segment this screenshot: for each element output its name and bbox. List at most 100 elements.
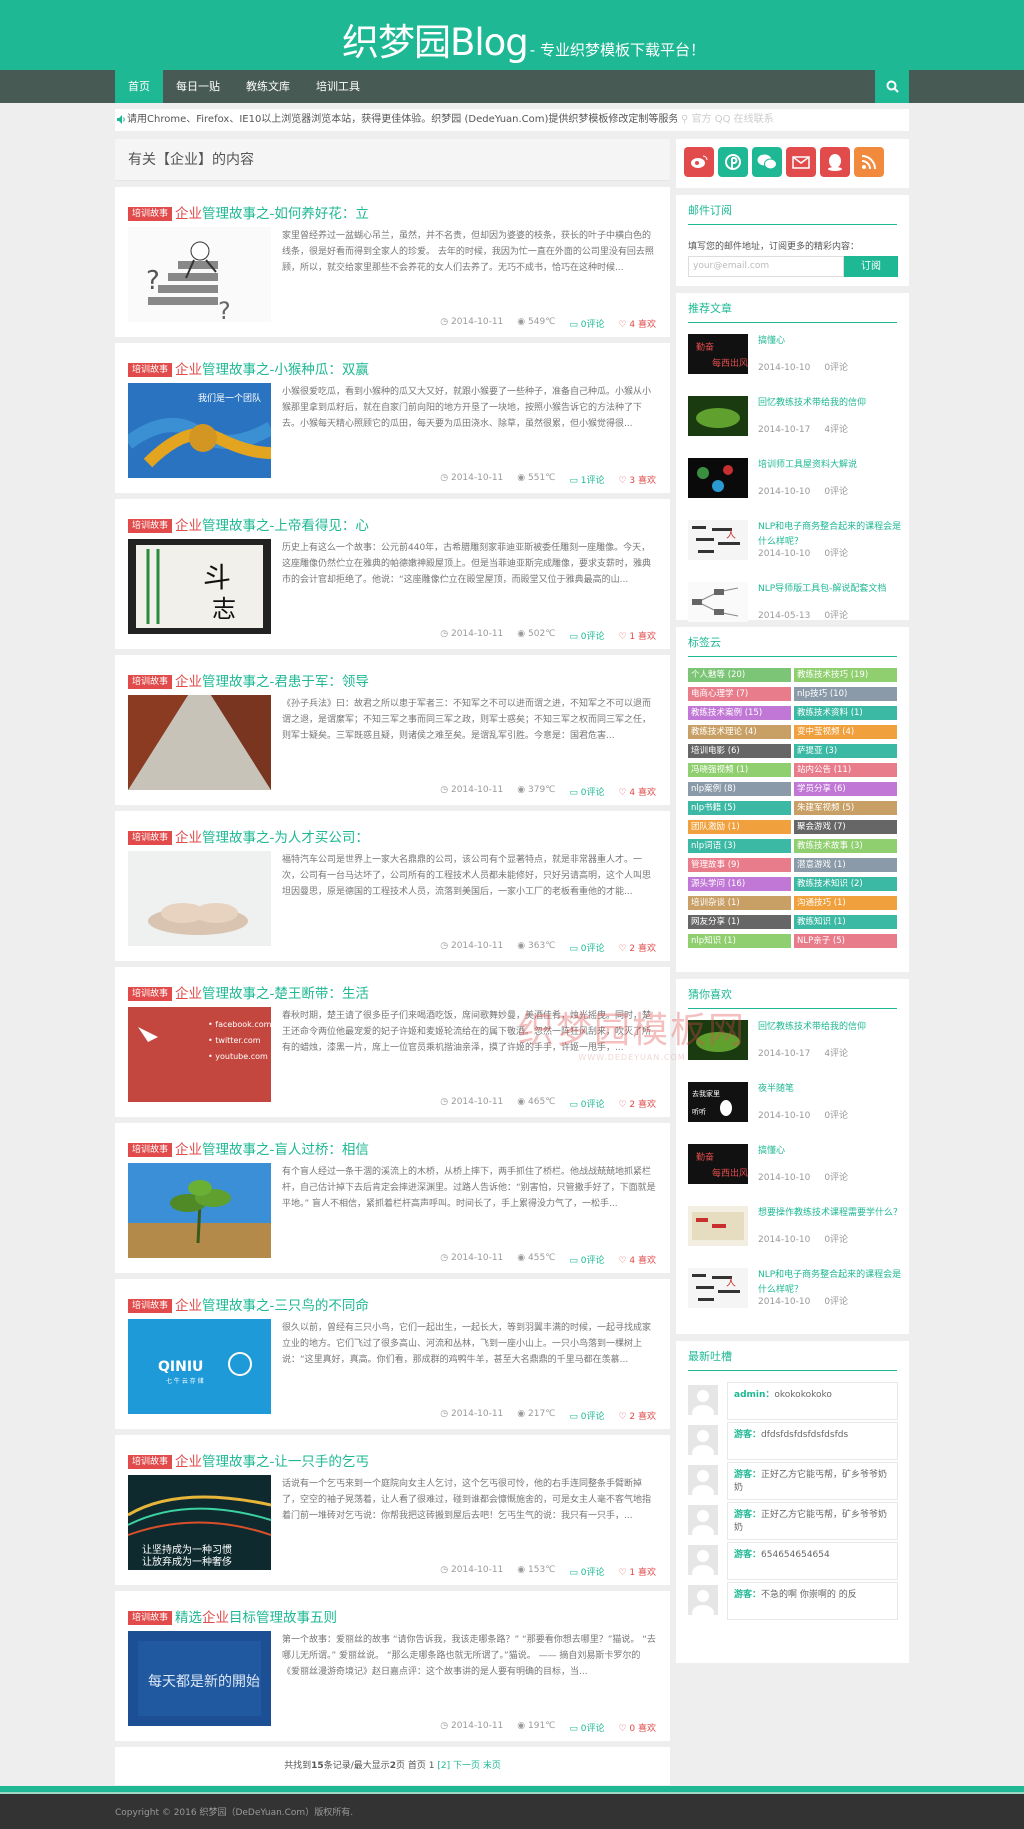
subscribe-button[interactable]: 订阅 [844, 256, 898, 277]
tag-item[interactable]: nlp技巧 (10) [794, 687, 897, 701]
tag-item[interactable]: 朱建军视频 (5) [794, 801, 897, 815]
category-badge[interactable]: 培训故事 [128, 1455, 173, 1469]
post-likes[interactable]: ♡ 3 喜欢 [618, 473, 656, 486]
post-likes[interactable]: ♡ 4 喜欢 [618, 1253, 656, 1266]
nav-item-tools[interactable]: 培训工具 [303, 70, 373, 103]
post-thumbnail[interactable]: 斗志 [128, 539, 271, 634]
post-comments[interactable]: ▭ 1评论 [569, 473, 604, 486]
comment-box[interactable]: 游客：不急的啊 你崇啊的 的反 [727, 1582, 898, 1620]
guess-title-link[interactable]: 回忆教练技术带给我的信仰 [758, 1020, 903, 1035]
post-thumbnail[interactable] [128, 851, 271, 946]
post-thumbnail[interactable] [128, 1163, 271, 1258]
tag-item[interactable]: nlp案例 (8) [688, 782, 791, 796]
tag-item[interactable]: 聚会游戏 (7) [794, 820, 897, 834]
tag-item[interactable]: 教练技术技巧 (19) [794, 668, 897, 682]
guess-thumb[interactable] [688, 1206, 748, 1246]
recommend-item[interactable]: 培训师工具屋资料大解说 2014-10-10 0评论 [688, 458, 903, 510]
recommend-thumb[interactable]: 勤奋 每西出风 [688, 334, 748, 374]
category-badge[interactable]: 培训故事 [128, 207, 173, 221]
tag-item[interactable]: 萨提亚 (3) [794, 744, 897, 758]
recommend-thumb[interactable] [688, 582, 748, 622]
guess-item[interactable]: 勤奋 每西出风 搞懂心 2014-10-10 0评论 [688, 1144, 903, 1196]
post-title[interactable]: 培训故事 企业管理故事之-如何养好花：立 [128, 202, 369, 222]
recommend-item[interactable]: 勤奋 每西出风 搞懂心 2014-10-10 0评论 [688, 334, 903, 386]
comment-item[interactable]: 游客：不急的啊 你崇啊的 的反 [688, 1582, 898, 1620]
tag-item[interactable]: 团队激励 (1) [688, 820, 791, 834]
qq-button[interactable] [820, 147, 850, 177]
post-likes[interactable]: ♡ 1 喜欢 [618, 629, 656, 642]
post-thumbnail[interactable]: ?? [128, 227, 271, 322]
post-comments[interactable]: ▭ 0评论 [569, 1097, 604, 1110]
post-likes[interactable]: ♡ 2 喜欢 [618, 941, 656, 954]
post-title[interactable]: 培训故事 企业管理故事之-三只鸟的不同命 [128, 1294, 369, 1314]
comment-box[interactable]: 游客：dfdsfdsfdsfdsfdsfds [727, 1422, 898, 1460]
tag-item[interactable]: 沟通技巧 (1) [794, 896, 897, 910]
tag-item[interactable]: nlp词语 (3) [688, 839, 791, 853]
category-badge[interactable]: 培训故事 [128, 675, 173, 689]
nav-item-home[interactable]: 首页 [115, 70, 163, 103]
category-badge[interactable]: 培训故事 [128, 363, 173, 377]
post-title[interactable]: 培训故事 企业管理故事之-为人才买公司： [128, 826, 369, 846]
nav-item-library[interactable]: 教练文库 [233, 70, 303, 103]
post-likes[interactable]: ♡ 4 喜欢 [618, 785, 656, 798]
guess-thumb[interactable]: 去我家里 听听 [688, 1082, 748, 1122]
post-thumbnail[interactable]: 我们是一个团队 [128, 383, 271, 478]
email-input[interactable]: your@email.com [688, 256, 844, 277]
post-comments[interactable]: ▭ 0评论 [569, 317, 604, 330]
recommend-thumb[interactable] [688, 458, 748, 498]
recommend-title-link[interactable]: 回忆教练技术带给我的信仰 [758, 396, 903, 411]
category-badge[interactable]: 培训故事 [128, 1299, 173, 1313]
post-thumbnail[interactable]: • facebook.com • twitter.com • youtube.com [128, 1007, 271, 1102]
guess-title-link[interactable]: 搞懂心 [758, 1144, 903, 1159]
tag-item[interactable]: 教练技术资料 (1) [794, 706, 897, 720]
post-comments[interactable]: ▭ 0评论 [569, 1565, 604, 1578]
post-likes[interactable]: ♡ 0 喜欢 [618, 1721, 656, 1734]
comment-item[interactable]: 游客：正好乙方它能丐帮，矿乡爷爷奶奶 [688, 1462, 898, 1500]
nav-item-daily[interactable]: 每日一贴 [163, 70, 233, 103]
post-title[interactable]: 培训故事 企业管理故事之-让一只手的乞丐 [128, 1450, 369, 1470]
post-thumbnail[interactable]: 让坚持成为一种习惯 让放弃成为一种奢侈 [128, 1475, 271, 1570]
mail-button[interactable] [786, 147, 816, 177]
rss-button[interactable] [854, 147, 884, 177]
post-comments[interactable]: ▭ 0评论 [569, 941, 604, 954]
post-comments[interactable]: ▭ 0评论 [569, 629, 604, 642]
category-badge[interactable]: 培训故事 [128, 519, 173, 533]
category-badge[interactable]: 培训故事 [128, 1143, 173, 1157]
comment-item[interactable]: admin：okokokokoko [688, 1382, 898, 1420]
post-thumbnail[interactable]: 每天都是新的開始 [128, 1631, 271, 1726]
post-title[interactable]: 培训故事 企业管理故事之-楚王断带：生活 [128, 982, 369, 1002]
tag-item[interactable]: NLP亲子 (5) [794, 934, 897, 948]
next-page-link[interactable]: 下一页 [453, 1761, 480, 1771]
weibo-button[interactable] [684, 147, 714, 177]
recommend-title-link[interactable]: 搞懂心 [758, 334, 903, 349]
tag-item[interactable]: 站内公告 (11) [794, 763, 897, 777]
tag-item[interactable]: 电商心理学 (7) [688, 687, 791, 701]
recommend-item[interactable]: 回忆教练技术带给我的信仰 2014-10-17 4评论 [688, 396, 903, 448]
comment-box[interactable]: 游客：654654654654 [727, 1542, 898, 1580]
post-likes[interactable]: ♡ 4 喜欢 [618, 317, 656, 330]
tag-item[interactable]: nlp知识 (1) [688, 934, 791, 948]
post-likes[interactable]: ♡ 1 喜欢 [618, 1565, 656, 1578]
category-badge[interactable]: 培训故事 [128, 831, 173, 845]
pinterest-button[interactable] [718, 147, 748, 177]
recommend-thumb[interactable]: 人 [688, 520, 748, 560]
post-likes[interactable]: ♡ 2 喜欢 [618, 1097, 656, 1110]
post-thumbnail[interactable]: QINIU 七 牛 云 存 储 [128, 1319, 271, 1414]
comment-box[interactable]: 游客：正好乙方它能丐帮，矿乡爷爷奶奶 [727, 1462, 898, 1500]
wechat-button[interactable] [752, 147, 782, 177]
recommend-title-link[interactable]: NLP导师版工具包-解说配套文档 [758, 582, 903, 597]
tag-item[interactable]: 个人魅等 (20) [688, 668, 791, 682]
tag-item[interactable]: 教练知识 (1) [794, 915, 897, 929]
tag-item[interactable]: 培训杂谈 (1) [688, 896, 791, 910]
tag-item[interactable]: 学员分享 (6) [794, 782, 897, 796]
tag-item[interactable]: nlp书籍 (5) [688, 801, 791, 815]
post-comments[interactable]: ▭ 0评论 [569, 785, 604, 798]
guess-thumb[interactable]: 勤奋 每西出风 [688, 1144, 748, 1184]
category-badge[interactable]: 培训故事 [128, 987, 173, 1001]
tag-item[interactable]: 网友分享 (1) [688, 915, 791, 929]
tag-item[interactable]: 教练技术案例 (15) [688, 706, 791, 720]
comment-item[interactable]: 游客：654654654654 [688, 1542, 898, 1580]
tag-item[interactable]: 源头学问 (16) [688, 877, 791, 891]
comment-item[interactable]: 游客：dfdsfdsfdsfdsfdsfds [688, 1422, 898, 1460]
guess-title-link[interactable]: 想要操作教练技术课程需要学什么？ [758, 1206, 903, 1221]
